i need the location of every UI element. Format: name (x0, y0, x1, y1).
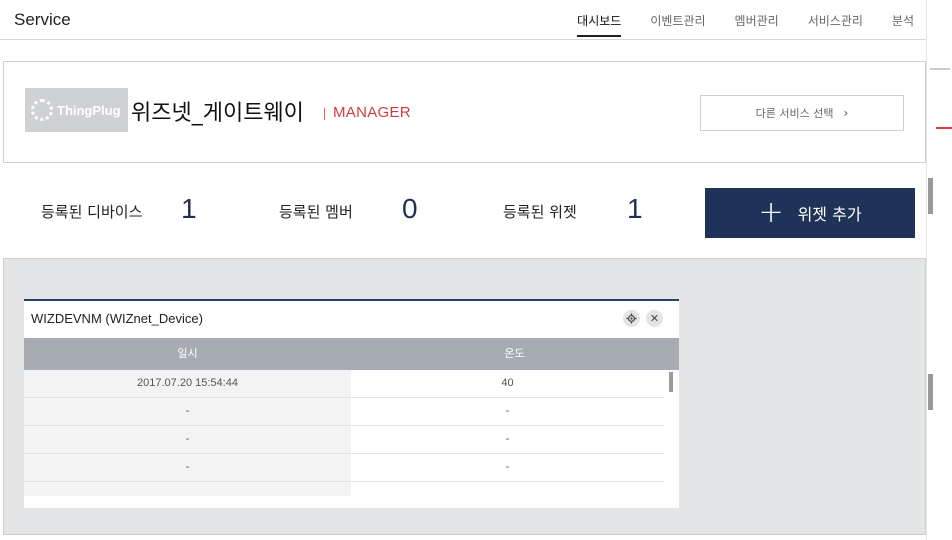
table-row: - - (24, 398, 664, 426)
thingplug-logo: ThingPlug (25, 88, 128, 132)
add-widget-button[interactable]: + 위젯 추가 (705, 188, 915, 238)
page-scroll-edge (926, 0, 952, 540)
close-icon[interactable]: ✕ (646, 310, 663, 327)
table-row: - - (24, 454, 664, 482)
nav-service-management[interactable]: 서비스관리 (808, 12, 863, 37)
scrollbar-thumb[interactable] (928, 374, 933, 410)
cell-temperature: 40 (501, 377, 514, 389)
device-widget: WIZDEVNM (WIZnet_Device) ✕ 일시 온도 2017.07… (24, 299, 679, 508)
scrollbar-thumb[interactable] (928, 178, 933, 214)
table-row: 2017.07.20 15:54:44 40 (24, 370, 664, 398)
service-role-label: MANAGER (333, 104, 411, 121)
cell-temperature: - (505, 461, 510, 473)
cell-temperature (351, 482, 664, 496)
table-body: 2017.07.20 15:54:44 40 - - - - - - (24, 370, 664, 496)
registered-members-label: 등록된 멤버 (279, 203, 353, 221)
service-header-panel: ThingPlug 위즈넷_게이트웨이 MANAGER 다른 서비스 선택 › (3, 61, 926, 163)
column-header-temperature: 온도 (504, 347, 525, 360)
cell-datetime: - (24, 426, 351, 453)
gear-icon[interactable] (623, 310, 640, 327)
cell-datetime: - (24, 398, 351, 425)
chevron-right-icon: › (843, 106, 849, 120)
registered-widgets-label: 등록된 위젯 (503, 203, 577, 221)
nav-analytics[interactable]: 분석 (892, 12, 914, 37)
service-name: 위즈넷_게이트웨이 (131, 101, 304, 126)
cell-temperature: - (505, 433, 510, 445)
table-scrollbar-thumb[interactable] (669, 372, 673, 392)
logo-text: ThingPlug (57, 102, 121, 118)
column-header-datetime: 일시 (177, 347, 198, 360)
gear-logo-icon (31, 99, 53, 121)
widget-title: WIZDEVNM (WIZnet_Device) (31, 311, 203, 326)
edge-accent-line (936, 127, 952, 129)
registered-devices-label: 등록된 디바이스 (41, 203, 143, 221)
cell-temperature: - (505, 405, 510, 417)
app-brand[interactable]: Service (14, 10, 71, 30)
add-widget-label: 위젯 추가 (797, 205, 862, 224)
cell-datetime (24, 482, 351, 496)
registered-devices-count: 1 (181, 193, 197, 224)
registered-widgets-count: 1 (627, 193, 643, 224)
cell-datetime: 2017.07.20 15:54:44 (24, 370, 351, 397)
select-other-service-button[interactable]: 다른 서비스 선택 › (700, 95, 904, 131)
edge-divider (930, 68, 950, 70)
table-row (24, 482, 664, 496)
top-nav-bar: Service 대시보드 이벤트관리 멤버관리 서비스관리 분석 (0, 0, 926, 40)
title-divider (324, 108, 325, 120)
table-header: 일시 온도 (24, 338, 679, 370)
select-other-service-label: 다른 서비스 선택 (755, 107, 834, 120)
plus-icon: + (758, 195, 784, 230)
main-nav: 대시보드 이벤트관리 멤버관리 서비스관리 분석 (548, 12, 914, 37)
nav-dashboard[interactable]: 대시보드 (577, 12, 622, 37)
table-row: - - (24, 426, 664, 454)
cell-datetime: - (24, 454, 351, 481)
nav-member-management[interactable]: 멤버관리 (735, 12, 779, 37)
registered-members-count: 0 (402, 193, 418, 224)
nav-event-management[interactable]: 이벤트관리 (650, 12, 705, 37)
